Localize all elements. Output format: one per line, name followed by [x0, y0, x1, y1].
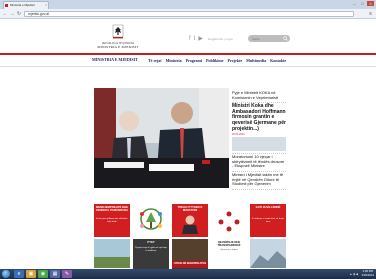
browser-navbar: ← → ↻ mjedisi.gov.al ≡ [0, 9, 376, 19]
taskbar-clock[interactable]: 1:06 PM 3/26/2014 [361, 269, 374, 277]
minimize-button[interactable]: – [351, 1, 358, 6]
facebook-icon[interactable]: f [189, 36, 191, 42]
media-player-icon[interactable]: ▦ [50, 270, 60, 278]
news-item[interactable]: Ministri Koka dhe Ambasadori Hoffmann fi… [232, 103, 286, 155]
tile-environment-entry[interactable]: HYRJE NË MJEDISIN APOJ [172, 239, 208, 272]
signing-ceremony-photo [94, 88, 229, 188]
news-item[interactable]: Pyje e Ministrit KOKA në Komisionin e Ve… [232, 90, 286, 104]
ministry-logo[interactable]: REPUBLIKA E SHQIPËRISË MINISTRIA E MJEDI… [92, 24, 144, 49]
tile-title: GATI ZHVILLIMINË [255, 205, 281, 209]
search-icon[interactable] [283, 36, 288, 41]
tile-title: HYRJE NË MJEDISIN APOJ [173, 262, 207, 265]
clock-date: 3/26/2014 [361, 272, 374, 277]
logo-title: MINISTRIA E MJEDISIT [97, 45, 139, 49]
news-item[interactable]: Ministri i Mjedisit takim me të rinjtë n… [232, 172, 286, 190]
tile-innovation[interactable]: MENDJEMPREHTË DHE VENDIM E PAMUNDURA Kus… [94, 204, 130, 237]
paint-icon[interactable]: ✎ [62, 270, 72, 278]
file-explorer-icon[interactable]: ▣ [26, 270, 36, 278]
maximize-button[interactable]: □ [359, 1, 366, 6]
system-tray[interactable]: ▲ ▮ ◀ [349, 272, 358, 276]
tile-body: E ardhmja e vendit tonë në duart tona [252, 218, 284, 223]
windows-taskbar: e ▣ ◉ ▦ ✎ ▲ ▮ ◀ 1:06 PM 3/26/2014 [0, 269, 376, 279]
news-date: 26.03.2014 [232, 133, 245, 137]
news-list: Pyje e Ministrit KOKA në Komisionin e Ve… [232, 90, 286, 190]
favicon-icon [5, 4, 8, 7]
tile-governance[interactable]: QEVERISJE DHE TRANSPARENCË Qeverisje e h… [211, 239, 247, 272]
news-thumbnail [232, 137, 286, 152]
internet-explorer-icon[interactable]: e [14, 270, 24, 278]
landscape-photo [250, 239, 286, 268]
tile-ecology-icon[interactable] [133, 204, 169, 237]
site-header: REPUBLIKA E SHQIPËRISË MINISTRIA E MJEDI… [0, 20, 376, 54]
people-network-icon [218, 211, 240, 232]
menu-item-news[interactable]: Të rejat [148, 58, 162, 63]
browser-tab[interactable]: Ministria e Mjedisit × [3, 1, 49, 9]
tile-people-icon[interactable] [211, 204, 247, 237]
tile-landscape[interactable] [250, 239, 286, 272]
news-title[interactable]: Moratoriumi 10 vjeçar i shfrytëzimit të … [232, 154, 286, 169]
tile-body: Pyetjet tuaja të gjitha në një faqe të d… [135, 247, 167, 252]
tile-nature[interactable] [94, 239, 130, 272]
tile-body: Kush janë qëllimet dhe aktiviteti i këti… [96, 218, 128, 223]
news-title[interactable]: Ministri Koka dhe Ambasadori Hoffmann fi… [232, 103, 286, 132]
feature-tiles: MENDJEMPREHTË DHE VENDIM E PAMUNDURA Kus… [94, 204, 290, 272]
address-bar[interactable]: mjedisi.gov.al [24, 11, 354, 17]
tile-title: PYET [147, 240, 155, 244]
tile-ask-minister[interactable]: TREGO PYTHEN E MINISTRIN [172, 204, 208, 237]
menu-item-contact[interactable]: Kontakte [270, 58, 286, 63]
window-controls: – □ × [351, 1, 374, 6]
nature-photo [94, 239, 130, 268]
register-link[interactable]: Regjistrohu | Login [208, 36, 233, 42]
tile-title: MENDJEMPREHTË DHE VENDIM E PAMUNDURA [95, 205, 129, 213]
search-box [248, 35, 290, 42]
forward-button[interactable]: → [9, 11, 15, 17]
hero-photo[interactable] [94, 88, 229, 188]
main-menu: MINISTRIA E MJEDISIT Të rejat Ministria … [0, 55, 376, 67]
tile-development[interactable]: GATI ZHVILLIMINË E ardhmja e vendit tonë… [250, 204, 286, 237]
menu-brand[interactable]: MINISTRIA E MJEDISIT [92, 57, 138, 62]
close-window-button[interactable]: × [367, 1, 374, 6]
close-tab-icon[interactable]: × [45, 2, 47, 9]
social-links: f t ▶ Regjistrohu | Login [189, 36, 233, 42]
menu-item-ministry[interactable]: Ministria [166, 58, 182, 63]
recycling-tree-icon [140, 208, 162, 230]
back-button[interactable]: ← [2, 11, 8, 17]
news-title[interactable]: Ministri i Mjedisit takim me të rinjtë n… [232, 172, 286, 187]
menu-item-program[interactable]: Programi [186, 58, 202, 63]
browser-menu-icon[interactable]: ≡ [369, 11, 372, 17]
reload-button[interactable]: ↻ [16, 11, 22, 17]
menu-item-multimedia[interactable]: Multimedia [246, 58, 266, 63]
youtube-icon[interactable]: ▶ [198, 36, 203, 42]
news-item[interactable]: Moratoriumi 10 vjeçar i shfrytëzimit të … [232, 154, 286, 172]
twitter-icon[interactable]: t [194, 36, 196, 42]
minister-portrait-icon [182, 215, 198, 234]
albanian-eagle-emblem-icon [112, 24, 124, 39]
start-button[interactable] [2, 270, 10, 278]
browser-tabbar: Ministria e Mjedisit × – □ × [0, 0, 376, 9]
tile-ask[interactable]: PYET Pyetjet tuaja të gjitha në një faqe… [133, 239, 169, 272]
chrome-icon[interactable]: ◉ [38, 270, 48, 278]
tile-title: QEVERISJE DHE TRANSPARENCË [217, 240, 241, 248]
news-title[interactable]: Pyje e Ministrit KOKA në Komisionin e Ve… [232, 90, 286, 100]
menu-item-publications[interactable]: Publikime [206, 58, 224, 63]
tab-title: Ministria e Mjedisit [10, 3, 35, 7]
menu-item-projects[interactable]: Projekte [228, 58, 243, 63]
tile-body: Qeverisje e hapur [220, 249, 238, 251]
search-input[interactable] [248, 35, 282, 42]
